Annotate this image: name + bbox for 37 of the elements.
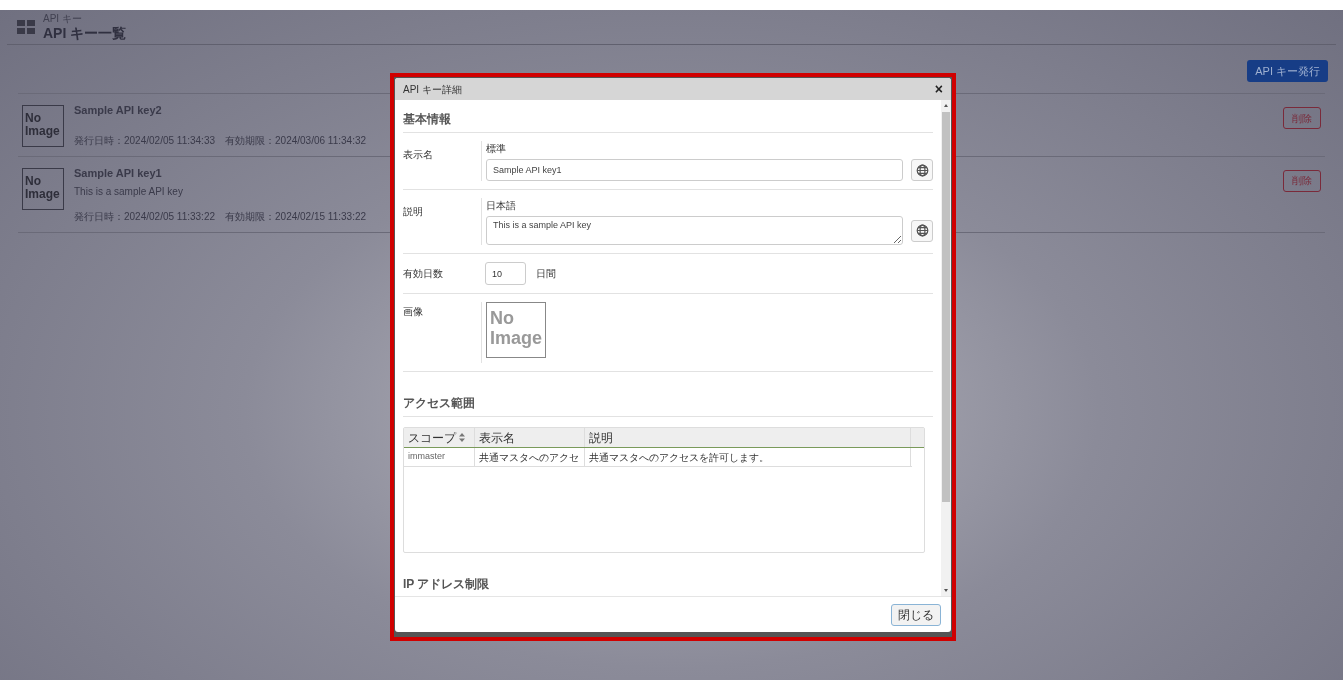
input-field[interactable]: Sample API key1 (486, 159, 903, 181)
no-image-text: No Image (490, 308, 542, 348)
dialog-title: API キー詳細 (403, 82, 462, 97)
section-heading: アクセス範囲 (403, 372, 933, 417)
no-image-text: No Image (25, 174, 61, 201)
globe-button[interactable] (911, 219, 933, 242)
language-label: 日本語 (486, 199, 516, 213)
expiry-date: 有効期限：2024/02/15 11:33:22 (225, 210, 367, 224)
grid-icon (17, 20, 35, 34)
close-button[interactable]: 閉じる (891, 603, 941, 626)
globe-icon (915, 224, 929, 237)
input-field[interactable]: This is a sample API key (486, 216, 903, 245)
field-label: 表示名 (403, 148, 434, 162)
column-header[interactable]: 説明 (585, 428, 911, 447)
no-image-text: No Image (25, 112, 61, 138)
sort-icon (459, 433, 465, 442)
key-name: Sample API key1 (74, 165, 162, 181)
globe-icon (915, 163, 929, 177)
table-cell: 共通マスタへのアクセ (475, 448, 585, 466)
field-label: 有効日数 (403, 267, 444, 281)
table-cell: 共通マスタへのアクセスを許可します。 (585, 448, 911, 466)
unit-label: 日間 (536, 267, 556, 281)
column-header[interactable]: 表示名 (475, 428, 585, 447)
expiry-date: 有効期限：2024/03/06 11:34:32 (225, 133, 367, 148)
field-label: 説明 (403, 205, 424, 219)
page-title: API キー一覧 (43, 26, 127, 40)
key-description: This is a sample API key (74, 185, 183, 199)
table-cell: immaster (404, 448, 475, 466)
section-heading: 基本情報 (403, 100, 933, 133)
column-header[interactable]: スコープ (404, 428, 475, 447)
issue-key-button[interactable]: API キー発行 (1247, 60, 1328, 82)
section-heading: IP アドレス制限 (403, 553, 933, 596)
field-label: 画像 (403, 305, 424, 319)
globe-button[interactable] (911, 159, 933, 181)
language-label: 標準 (486, 142, 506, 156)
input-field[interactable]: 10 (485, 262, 526, 285)
key-name: Sample API key2 (74, 103, 162, 118)
